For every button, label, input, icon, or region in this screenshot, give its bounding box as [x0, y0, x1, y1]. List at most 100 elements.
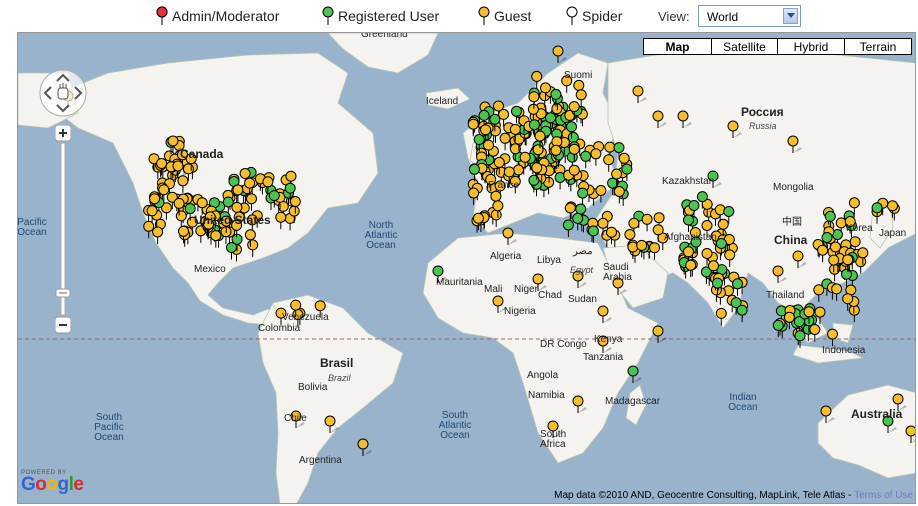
pan-control[interactable]: [39, 69, 87, 117]
guest-marker-icon[interactable]: [827, 328, 838, 347]
registered-user-marker-icon[interactable]: [627, 365, 642, 383]
guest-marker-icon[interactable]: [531, 70, 543, 89]
guest-marker-icon[interactable]: [275, 211, 287, 230]
registered-user-marker-icon[interactable]: [577, 187, 589, 206]
label-mali: Mali: [484, 284, 503, 295]
chevron-down-icon[interactable]: [783, 8, 798, 24]
legend-spider: Spider: [566, 4, 622, 28]
label-kazakhstan: Kazakhstan: [662, 176, 715, 187]
zoom-control: [55, 125, 71, 334]
guest-marker-icon[interactable]: [887, 200, 898, 218]
registered-user-marker-icon[interactable]: [528, 174, 540, 193]
guest-marker-icon[interactable]: [787, 135, 802, 153]
guest-marker-icon[interactable]: [652, 325, 667, 343]
map-type-map-button[interactable]: Map: [643, 38, 712, 55]
label-north-atlantic: North Atlantic Ocean: [364, 220, 398, 251]
guest-marker-icon[interactable]: [649, 242, 660, 260]
guest-marker-icon[interactable]: [472, 212, 484, 231]
guest-marker-icon[interactable]: [792, 250, 807, 268]
guest-marker-icon[interactable]: [502, 227, 517, 245]
label-russia: Russia: [749, 121, 777, 131]
guest-marker-icon[interactable]: [143, 220, 155, 239]
label-thailand: Thailand: [766, 290, 805, 301]
guest-marker-icon[interactable]: [641, 213, 653, 232]
guest-marker-icon[interactable]: [324, 415, 339, 433]
world-map[interactable]: Greenland Iceland Canada United States M…: [17, 32, 916, 504]
registered-user-marker-icon[interactable]: [562, 219, 574, 237]
label-china-cn: 中国: [782, 217, 802, 228]
view-select[interactable]: World: [698, 5, 801, 27]
registered-user-marker-icon[interactable]: [621, 163, 633, 182]
registered-user-marker-icon[interactable]: [226, 242, 237, 260]
label-egypt: Egypt: [570, 265, 594, 275]
google-logo: POWERED BY Google: [21, 470, 84, 494]
guest-marker-icon[interactable]: [724, 249, 736, 267]
label-egypt-ar: مصر: [573, 246, 593, 257]
registered-user-marker-icon[interactable]: [794, 330, 806, 348]
registered-user-marker-icon[interactable]: [841, 268, 852, 287]
label-united-states: United States: [194, 213, 271, 227]
guest-marker-icon[interactable]: [152, 226, 164, 244]
guest-marker-icon[interactable]: [590, 148, 602, 166]
label-dr-congo: DR Congo: [540, 339, 587, 350]
guest-marker-icon[interactable]: [467, 118, 479, 137]
label-chad: Chad: [538, 290, 562, 301]
label-rossiya: Россия: [741, 105, 784, 119]
guest-marker-icon[interactable]: [247, 239, 259, 257]
label-madagascar: Madagascar: [605, 396, 661, 407]
label-france: France: [488, 180, 520, 191]
guest-marker-icon[interactable]: [552, 45, 567, 63]
label-kenya: Kenya: [594, 334, 623, 345]
guest-marker-icon[interactable]: [597, 305, 612, 323]
guest-marker-icon[interactable]: [572, 395, 587, 413]
guest-marker-icon[interactable]: [210, 230, 222, 248]
guest-marker-icon[interactable]: [175, 210, 187, 228]
guest-marker-icon[interactable]: [468, 187, 480, 205]
label-brazil: Brazil: [328, 373, 351, 383]
registered-user-marker-icon[interactable]: [587, 225, 599, 243]
label-mexico: Mexico: [194, 264, 226, 275]
map-type-hybrid-button[interactable]: Hybrid: [777, 38, 845, 55]
label-bolivia: Bolivia: [298, 382, 328, 393]
guest-marker-icon[interactable]: [595, 185, 607, 203]
guest-marker-icon[interactable]: [603, 154, 615, 172]
guest-marker-icon[interactable]: [727, 120, 742, 138]
guest-marker-icon[interactable]: [715, 307, 727, 326]
legend-registered: Registered User: [322, 4, 439, 28]
map-type-satellite-button[interactable]: Satellite: [711, 38, 778, 55]
label-afghanistan: Afghanistan: [664, 232, 717, 243]
label-venezuela: Venezuela: [282, 312, 329, 323]
legend-admin-label: Admin/Moderator: [172, 8, 280, 24]
guest-marker-icon[interactable]: [357, 438, 372, 456]
guest-marker-icon[interactable]: [499, 132, 511, 151]
guest-marker-icon[interactable]: [809, 324, 821, 342]
guest-marker-icon[interactable]: [685, 259, 697, 278]
label-canada: Canada: [180, 147, 224, 161]
registered-user-marker-icon[interactable]: [736, 304, 748, 323]
registered-user-marker-icon[interactable]: [732, 278, 743, 296]
guest-marker-icon[interactable]: [632, 85, 647, 103]
guest-marker-icon[interactable]: [177, 175, 189, 193]
guest-marker-icon[interactable]: [772, 265, 787, 283]
yellow-marker-icon: [478, 6, 490, 25]
attribution-text: Map data ©2010 AND, Geocentre Consulting…: [554, 490, 855, 501]
guest-marker-icon[interactable]: [813, 284, 825, 302]
registered-user-marker-icon[interactable]: [468, 163, 480, 182]
map-attribution: Map data ©2010 AND, Geocentre Consulting…: [554, 490, 913, 501]
guest-marker-icon[interactable]: [652, 110, 667, 128]
guest-marker-icon[interactable]: [820, 405, 835, 423]
registered-user-marker-icon[interactable]: [572, 212, 584, 231]
guest-marker-icon[interactable]: [831, 283, 843, 301]
registered-user-marker-icon[interactable]: [580, 150, 592, 169]
guest-marker-icon[interactable]: [677, 110, 692, 128]
terms-of-use-link[interactable]: Terms of Use: [854, 490, 913, 501]
registered-user-marker-icon[interactable]: [871, 202, 883, 220]
hand-icon[interactable]: [57, 83, 69, 100]
label-south-africa: South Africa: [540, 429, 567, 450]
map-type-terrain-button[interactable]: Terrain: [844, 38, 912, 55]
label-angola: Angola: [527, 370, 559, 381]
guest-marker-icon[interactable]: [905, 425, 916, 443]
guest-marker-icon[interactable]: [178, 225, 189, 244]
label-pacific-ocean: Pacific Ocean: [17, 217, 47, 238]
guest-marker-icon[interactable]: [817, 244, 829, 263]
